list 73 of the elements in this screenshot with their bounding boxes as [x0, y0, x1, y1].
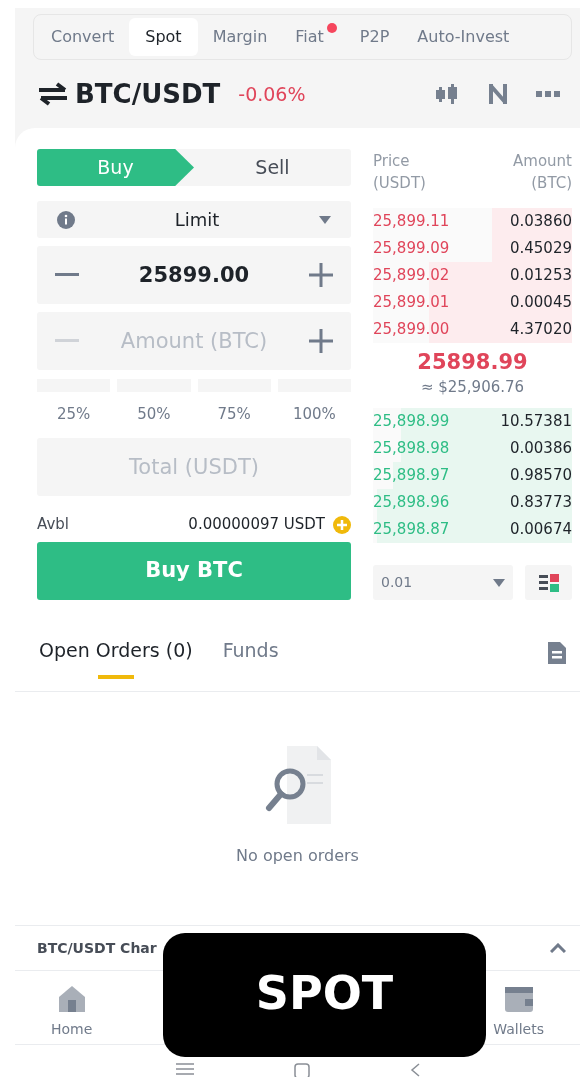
chevron-up-icon[interactable] [550, 943, 566, 953]
more-icon[interactable] [536, 91, 560, 97]
wallet-icon [504, 985, 533, 1013]
info-icon [57, 210, 75, 229]
document-icon[interactable] [548, 642, 566, 664]
order-amount: 0.00386 [509, 438, 572, 460]
market-tab[interactable]: Fiat [282, 18, 337, 56]
empty-state-message: No open orders [236, 845, 359, 867]
order-price[interactable]: 25,899.11 [373, 210, 450, 233]
precision-dropdown[interactable]: 0.01 [373, 565, 513, 600]
market-tab[interactable]: Spot [129, 18, 198, 56]
order-price[interactable]: 25,898.87 [373, 518, 450, 541]
market-tab[interactable]: Margin [199, 18, 281, 56]
pair-symbol[interactable]: BTC/USDT [75, 74, 221, 114]
order-type-dropdown[interactable]: Limit [37, 201, 351, 238]
order-amount: 10.57381 [500, 411, 572, 433]
side-tab[interactable]: Buy [37, 149, 194, 186]
orders-tab[interactable]: Open Orders (0) [39, 630, 193, 679]
last-price-usd: ≈ $25,906.76 [419, 377, 526, 397]
plus-icon[interactable] [309, 329, 333, 353]
market-tab[interactable]: Convert [38, 18, 128, 56]
layout-toggle-button[interactable] [525, 565, 572, 600]
amount-field[interactable]: Amount (BTC) [37, 312, 351, 370]
order-price[interactable]: 25,899.02 [373, 264, 450, 287]
percentage-button[interactable]: 75% [197, 379, 271, 426]
price-field[interactable]: 25899.00 [37, 246, 351, 304]
total-field[interactable]: Total (USDT) [37, 437, 351, 496]
last-price: 25898.99 [416, 349, 529, 376]
order-amount: 0.01253 [509, 265, 572, 287]
nav-item[interactable]: Home [51, 985, 93, 1044]
order-amount: 0.00045 [509, 292, 572, 314]
amount-column-header: Amount (BTC) [513, 151, 572, 194]
order-amount: 0.00674 [509, 519, 572, 541]
chart-section-title[interactable]: BTC/USDT Char [37, 937, 157, 959]
order-amount: 0.98570 [509, 465, 572, 487]
orders-tab[interactable]: Funds [222, 630, 279, 679]
market-tab[interactable]: Auto-Invest [404, 18, 523, 56]
order-type-value: Limit [173, 208, 221, 232]
dropdown-caret-icon [493, 578, 505, 587]
home-icon [57, 985, 86, 1013]
percentage-button[interactable]: 25% [37, 379, 111, 426]
swap-arrows-icon[interactable] [37, 82, 69, 106]
order-price[interactable]: 25,899.01 [373, 291, 450, 314]
percentage-button[interactable]: 50% [117, 379, 191, 426]
plus-icon[interactable] [309, 263, 333, 287]
percentage-button[interactable]: 100% [277, 379, 351, 426]
caption-label: SPOT [163, 933, 486, 1057]
precision-value: 0.01 [381, 573, 414, 592]
order-price[interactable]: 25,898.99 [373, 410, 450, 433]
available-label: Avbl [37, 514, 69, 536]
order-price[interactable]: 25,899.00 [373, 318, 450, 341]
minus-icon[interactable] [55, 273, 79, 277]
price-change: -0.06% [238, 81, 306, 107]
order-price[interactable]: 25,898.98 [373, 437, 450, 460]
order-price[interactable]: 25,898.97 [373, 464, 450, 487]
order-amount: 0.03860 [509, 211, 572, 233]
price-column-header: Price (USDT) [373, 151, 426, 194]
network-icon[interactable] [488, 82, 508, 106]
candlestick-chart-icon[interactable] [434, 83, 460, 105]
back-icon[interactable] [409, 1063, 420, 1077]
available-balance: 0.00000097 USDT [188, 514, 325, 536]
order-amount: 0.45029 [509, 238, 572, 260]
dropdown-caret-icon [319, 215, 331, 224]
nav-item[interactable]: Wallets [493, 985, 544, 1044]
order-book-layout-icon [538, 573, 559, 592]
order-price[interactable]: 25,898.96 [373, 491, 450, 514]
buy-button[interactable]: Buy BTC [37, 541, 351, 600]
menu-icon[interactable] [175, 1063, 194, 1075]
order-price[interactable]: 25,899.09 [373, 237, 450, 260]
order-amount: 0.83773 [509, 492, 572, 514]
side-tab[interactable]: Sell [194, 149, 351, 186]
order-amount: 4.37020 [509, 319, 572, 341]
market-tab[interactable]: P2P [346, 18, 403, 56]
